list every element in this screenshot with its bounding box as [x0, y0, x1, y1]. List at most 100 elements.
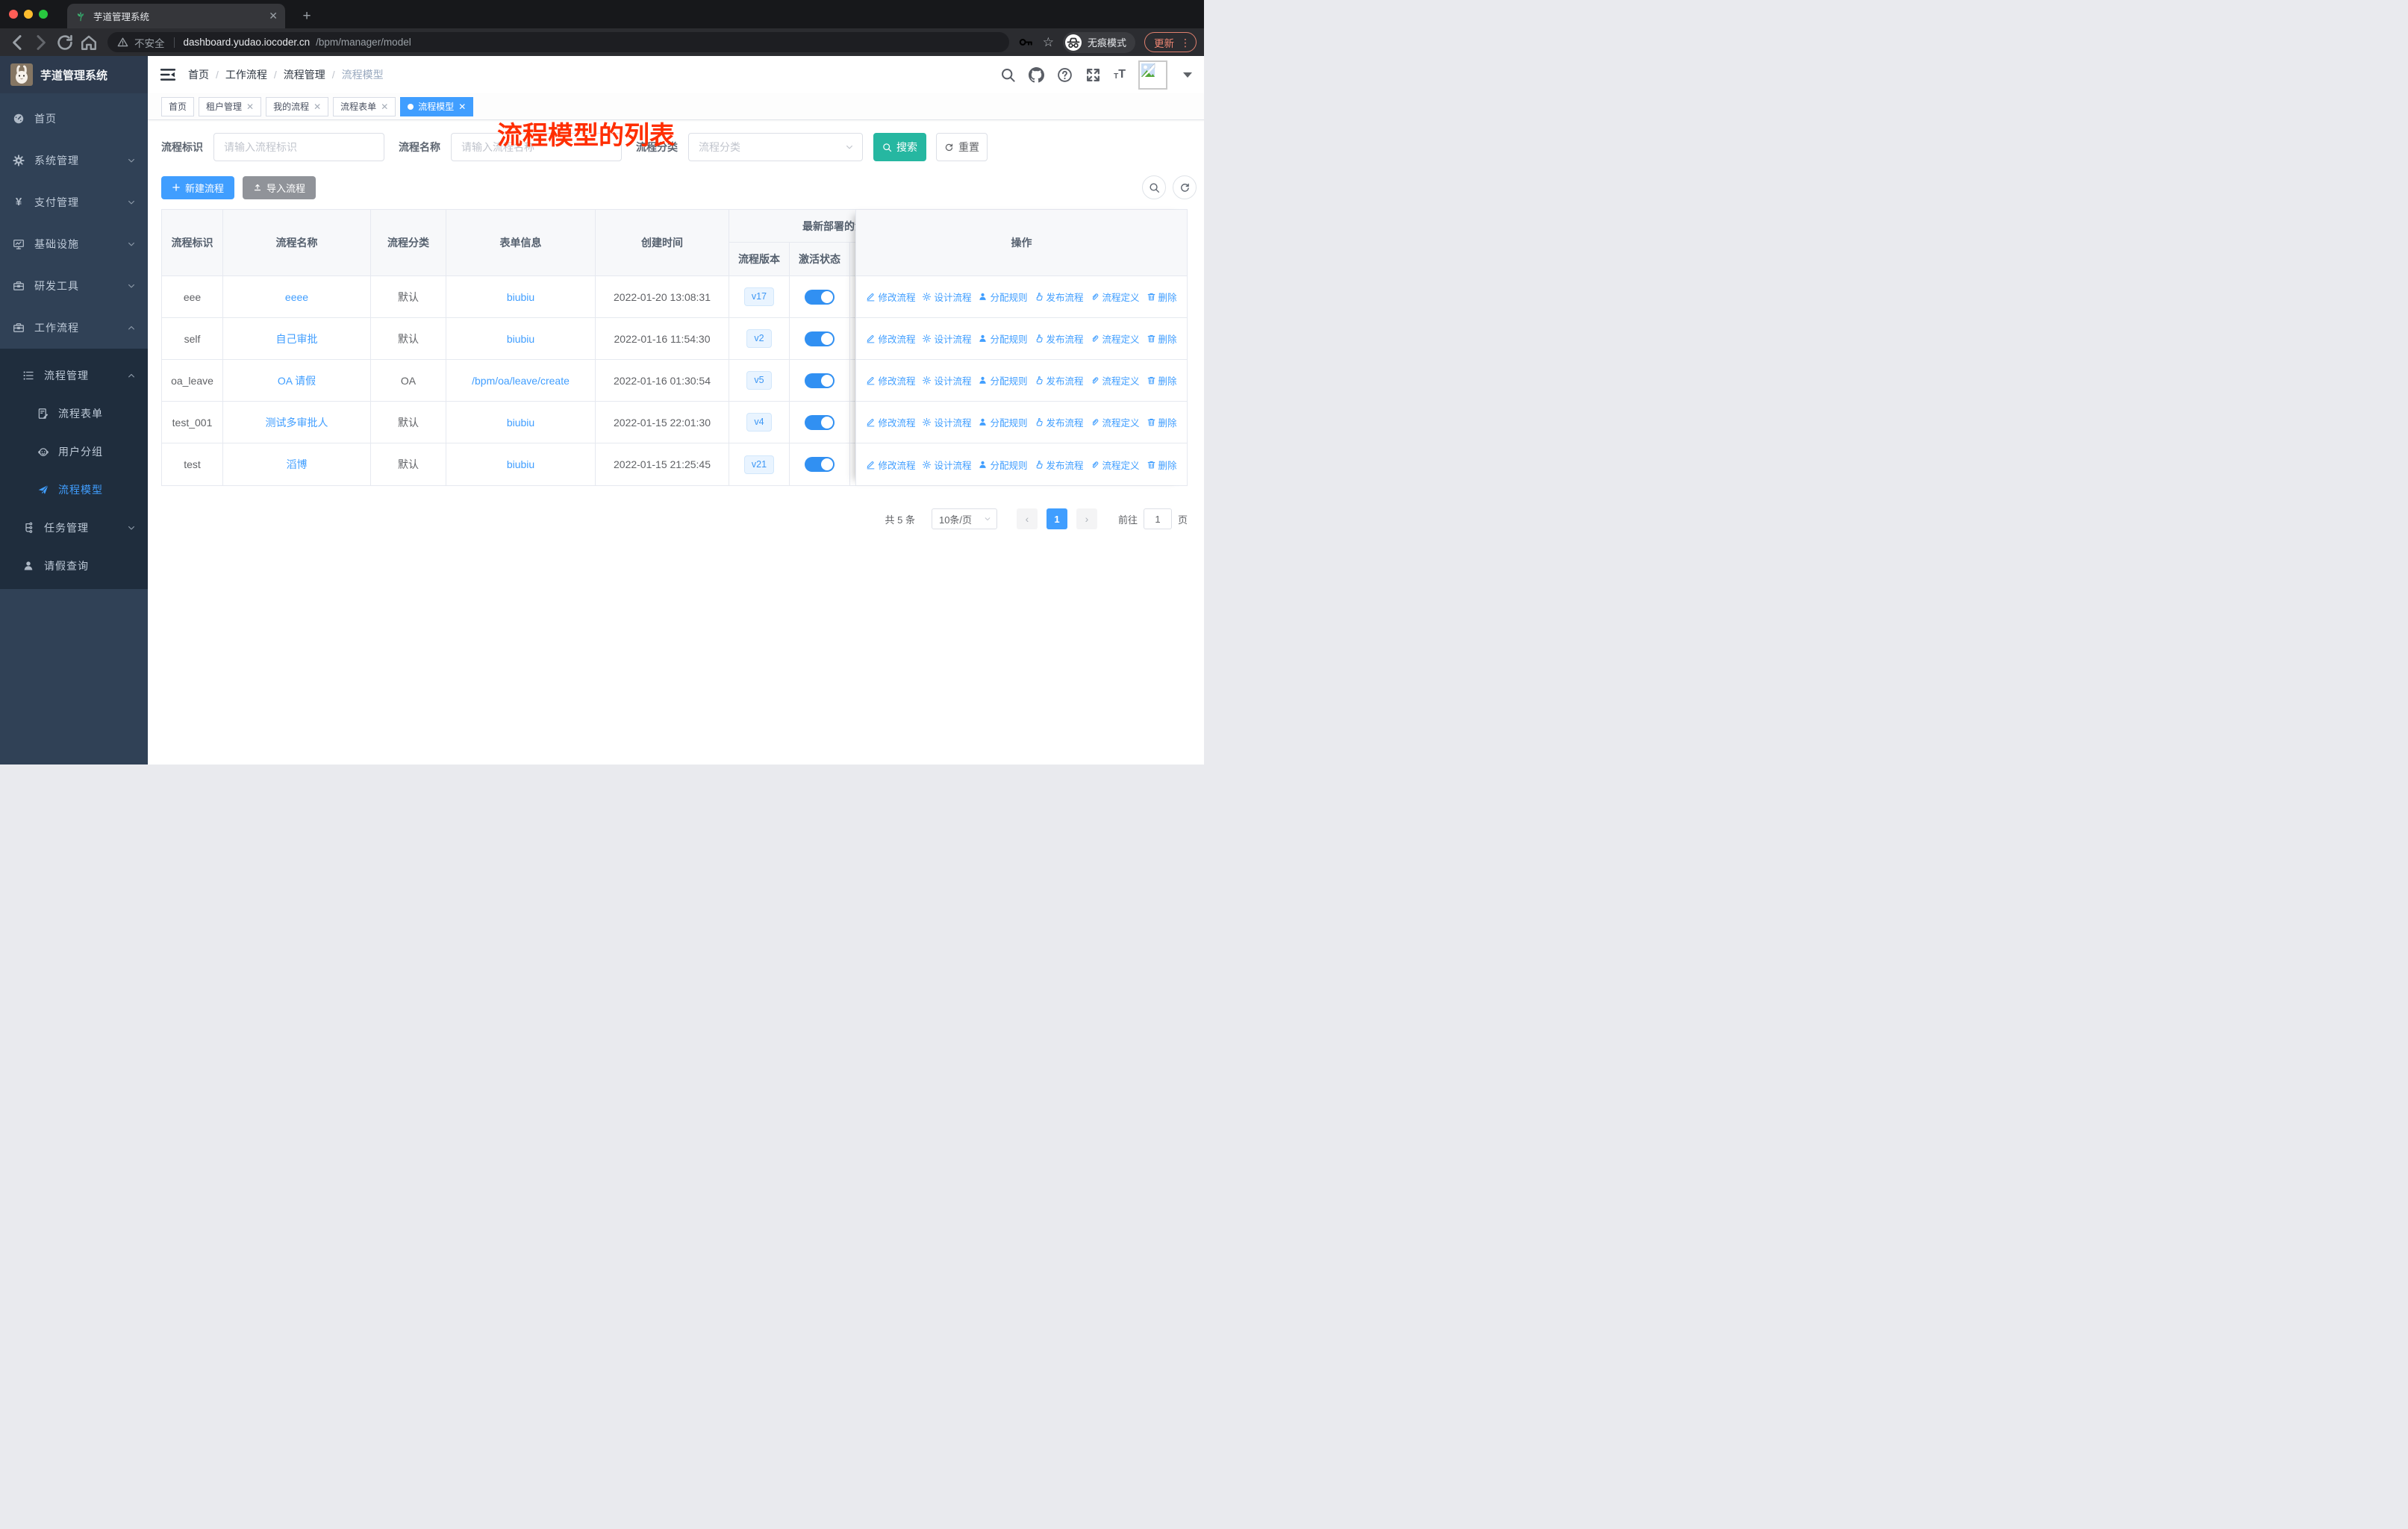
breadcrumb-item[interactable]: 工作流程: [225, 67, 267, 82]
op-删除-link[interactable]: 删除: [1147, 290, 1177, 304]
activation-toggle[interactable]: [805, 373, 835, 388]
forward-icon[interactable]: [31, 33, 51, 52]
close-window-button[interactable]: [9, 10, 18, 19]
minimize-window-button[interactable]: [24, 10, 33, 19]
reload-icon[interactable]: [55, 33, 75, 52]
activation-toggle[interactable]: [805, 457, 835, 472]
activation-toggle[interactable]: [805, 289, 835, 305]
key-icon[interactable]: [1018, 34, 1034, 50]
refresh-table-button[interactable]: [1173, 175, 1197, 199]
op-发布流程-link[interactable]: 发布流程: [1035, 290, 1084, 304]
sidebar-item-请假查询[interactable]: 请假查询: [0, 546, 148, 585]
op-流程定义-link[interactable]: 流程定义: [1091, 415, 1140, 429]
op-发布流程-link[interactable]: 发布流程: [1035, 373, 1084, 387]
form-link[interactable]: biubiu: [507, 291, 534, 303]
tag-close-icon[interactable]: ✕: [246, 102, 254, 112]
op-流程定义-link[interactable]: 流程定义: [1091, 290, 1140, 304]
font-size-icon[interactable]: TT: [1114, 69, 1126, 81]
op-流程定义-link[interactable]: 流程定义: [1091, 458, 1140, 472]
op-设计流程-link[interactable]: 设计流程: [922, 415, 971, 429]
github-icon[interactable]: [1029, 66, 1045, 83]
avatar[interactable]: [1138, 60, 1167, 90]
create-process-button[interactable]: 新建流程: [161, 175, 235, 199]
tag-close-icon[interactable]: ✕: [381, 102, 388, 112]
fullscreen-icon[interactable]: [1085, 67, 1101, 83]
tag-首页[interactable]: 首页: [161, 96, 195, 116]
op-发布流程-link[interactable]: 发布流程: [1035, 331, 1084, 346]
security-label[interactable]: 不安全: [134, 35, 165, 50]
browser-menu-icon[interactable]: ⋮: [1180, 37, 1191, 48]
sidebar-logo[interactable]: 芋道管理系统: [0, 56, 148, 93]
form-link[interactable]: biubiu: [507, 458, 534, 470]
show-search-button[interactable]: [1142, 175, 1166, 199]
sidebar-item-支付管理[interactable]: ¥ 支付管理: [0, 181, 148, 223]
op-修改流程-link[interactable]: 修改流程: [866, 331, 915, 346]
op-修改流程-link[interactable]: 修改流程: [866, 290, 915, 304]
tag-流程表单[interactable]: 流程表单 ✕: [333, 96, 396, 116]
op-删除-link[interactable]: 删除: [1147, 415, 1177, 429]
op-分配规则-link[interactable]: 分配规则: [978, 373, 1028, 387]
collapse-sidebar-icon[interactable]: [160, 66, 176, 83]
address-bar[interactable]: 不安全 dashboard.yudao.iocoder.cn/bpm/manag…: [107, 32, 1009, 52]
sidebar-item-任务管理[interactable]: 任务管理: [0, 508, 148, 546]
tag-流程模型[interactable]: 流程模型 ✕: [400, 96, 474, 116]
process-name-link[interactable]: 自己审批: [276, 331, 318, 346]
sidebar-item-首页[interactable]: 首页: [0, 98, 148, 140]
op-删除-link[interactable]: 删除: [1147, 458, 1177, 472]
op-发布流程-link[interactable]: 发布流程: [1035, 458, 1084, 472]
next-page-button[interactable]: ›: [1076, 508, 1097, 529]
op-分配规则-link[interactable]: 分配规则: [978, 415, 1028, 429]
page-size-select[interactable]: 10条/页: [931, 508, 997, 529]
activation-toggle[interactable]: [805, 414, 835, 430]
tab-close-icon[interactable]: ✕: [269, 10, 278, 22]
sidebar-item-研发工具[interactable]: 研发工具: [0, 265, 148, 307]
op-设计流程-link[interactable]: 设计流程: [922, 373, 971, 387]
process-name-link[interactable]: eeee: [285, 291, 308, 303]
search-icon[interactable]: [1000, 67, 1016, 83]
form-link[interactable]: biubiu: [507, 417, 534, 429]
process-category-select[interactable]: 流程分类: [688, 133, 863, 161]
form-link[interactable]: /bpm/oa/leave/create: [472, 375, 570, 387]
process-id-input[interactable]: [213, 133, 384, 161]
prev-page-button[interactable]: ‹: [1016, 508, 1038, 529]
maximize-window-button[interactable]: [39, 10, 48, 19]
tag-我的流程[interactable]: 我的流程 ✕: [266, 96, 329, 116]
window-controls[interactable]: [9, 10, 48, 19]
op-修改流程-link[interactable]: 修改流程: [866, 415, 915, 429]
process-name-link[interactable]: 滔博: [287, 457, 308, 472]
form-link[interactable]: biubiu: [507, 333, 534, 345]
op-发布流程-link[interactable]: 发布流程: [1035, 415, 1084, 429]
op-分配规则-link[interactable]: 分配规则: [978, 290, 1028, 304]
import-process-button[interactable]: 导入流程: [243, 175, 316, 199]
op-设计流程-link[interactable]: 设计流程: [922, 331, 971, 346]
help-icon[interactable]: [1057, 67, 1073, 83]
op-修改流程-link[interactable]: 修改流程: [866, 373, 915, 387]
bookmark-star-icon[interactable]: ☆: [1043, 35, 1054, 50]
home-icon[interactable]: [79, 33, 99, 52]
goto-page-input[interactable]: [1143, 508, 1172, 529]
sidebar-item-用户分组[interactable]: 用户分组: [0, 432, 148, 470]
avatar-caret-icon[interactable]: [1183, 72, 1192, 78]
breadcrumb-item[interactable]: 流程管理: [284, 67, 325, 82]
current-page-button[interactable]: 1: [1046, 508, 1067, 529]
sidebar-item-工作流程[interactable]: 工作流程: [0, 307, 148, 349]
op-删除-link[interactable]: 删除: [1147, 373, 1177, 387]
reset-button[interactable]: 重置: [936, 133, 988, 161]
tag-租户管理[interactable]: 租户管理 ✕: [199, 96, 262, 116]
op-流程定义-link[interactable]: 流程定义: [1091, 331, 1140, 346]
back-icon[interactable]: [7, 33, 27, 52]
op-分配规则-link[interactable]: 分配规则: [978, 458, 1028, 472]
sidebar-item-基础设施[interactable]: 基础设施: [0, 223, 148, 265]
update-button[interactable]: 更新 ⋮: [1144, 32, 1197, 52]
sidebar-item-系统管理[interactable]: 系统管理: [0, 140, 148, 181]
tag-close-icon[interactable]: ✕: [458, 102, 466, 112]
tag-close-icon[interactable]: ✕: [314, 102, 321, 112]
sidebar-item-流程表单[interactable]: 流程表单: [0, 394, 148, 432]
process-name-link[interactable]: OA 请假: [278, 373, 316, 388]
op-修改流程-link[interactable]: 修改流程: [866, 458, 915, 472]
browser-tab[interactable]: 芋道管理系统 ✕: [67, 4, 285, 28]
breadcrumb-item[interactable]: 首页: [188, 67, 209, 82]
op-流程定义-link[interactable]: 流程定义: [1091, 373, 1140, 387]
op-设计流程-link[interactable]: 设计流程: [922, 290, 971, 304]
op-删除-link[interactable]: 删除: [1147, 331, 1177, 346]
